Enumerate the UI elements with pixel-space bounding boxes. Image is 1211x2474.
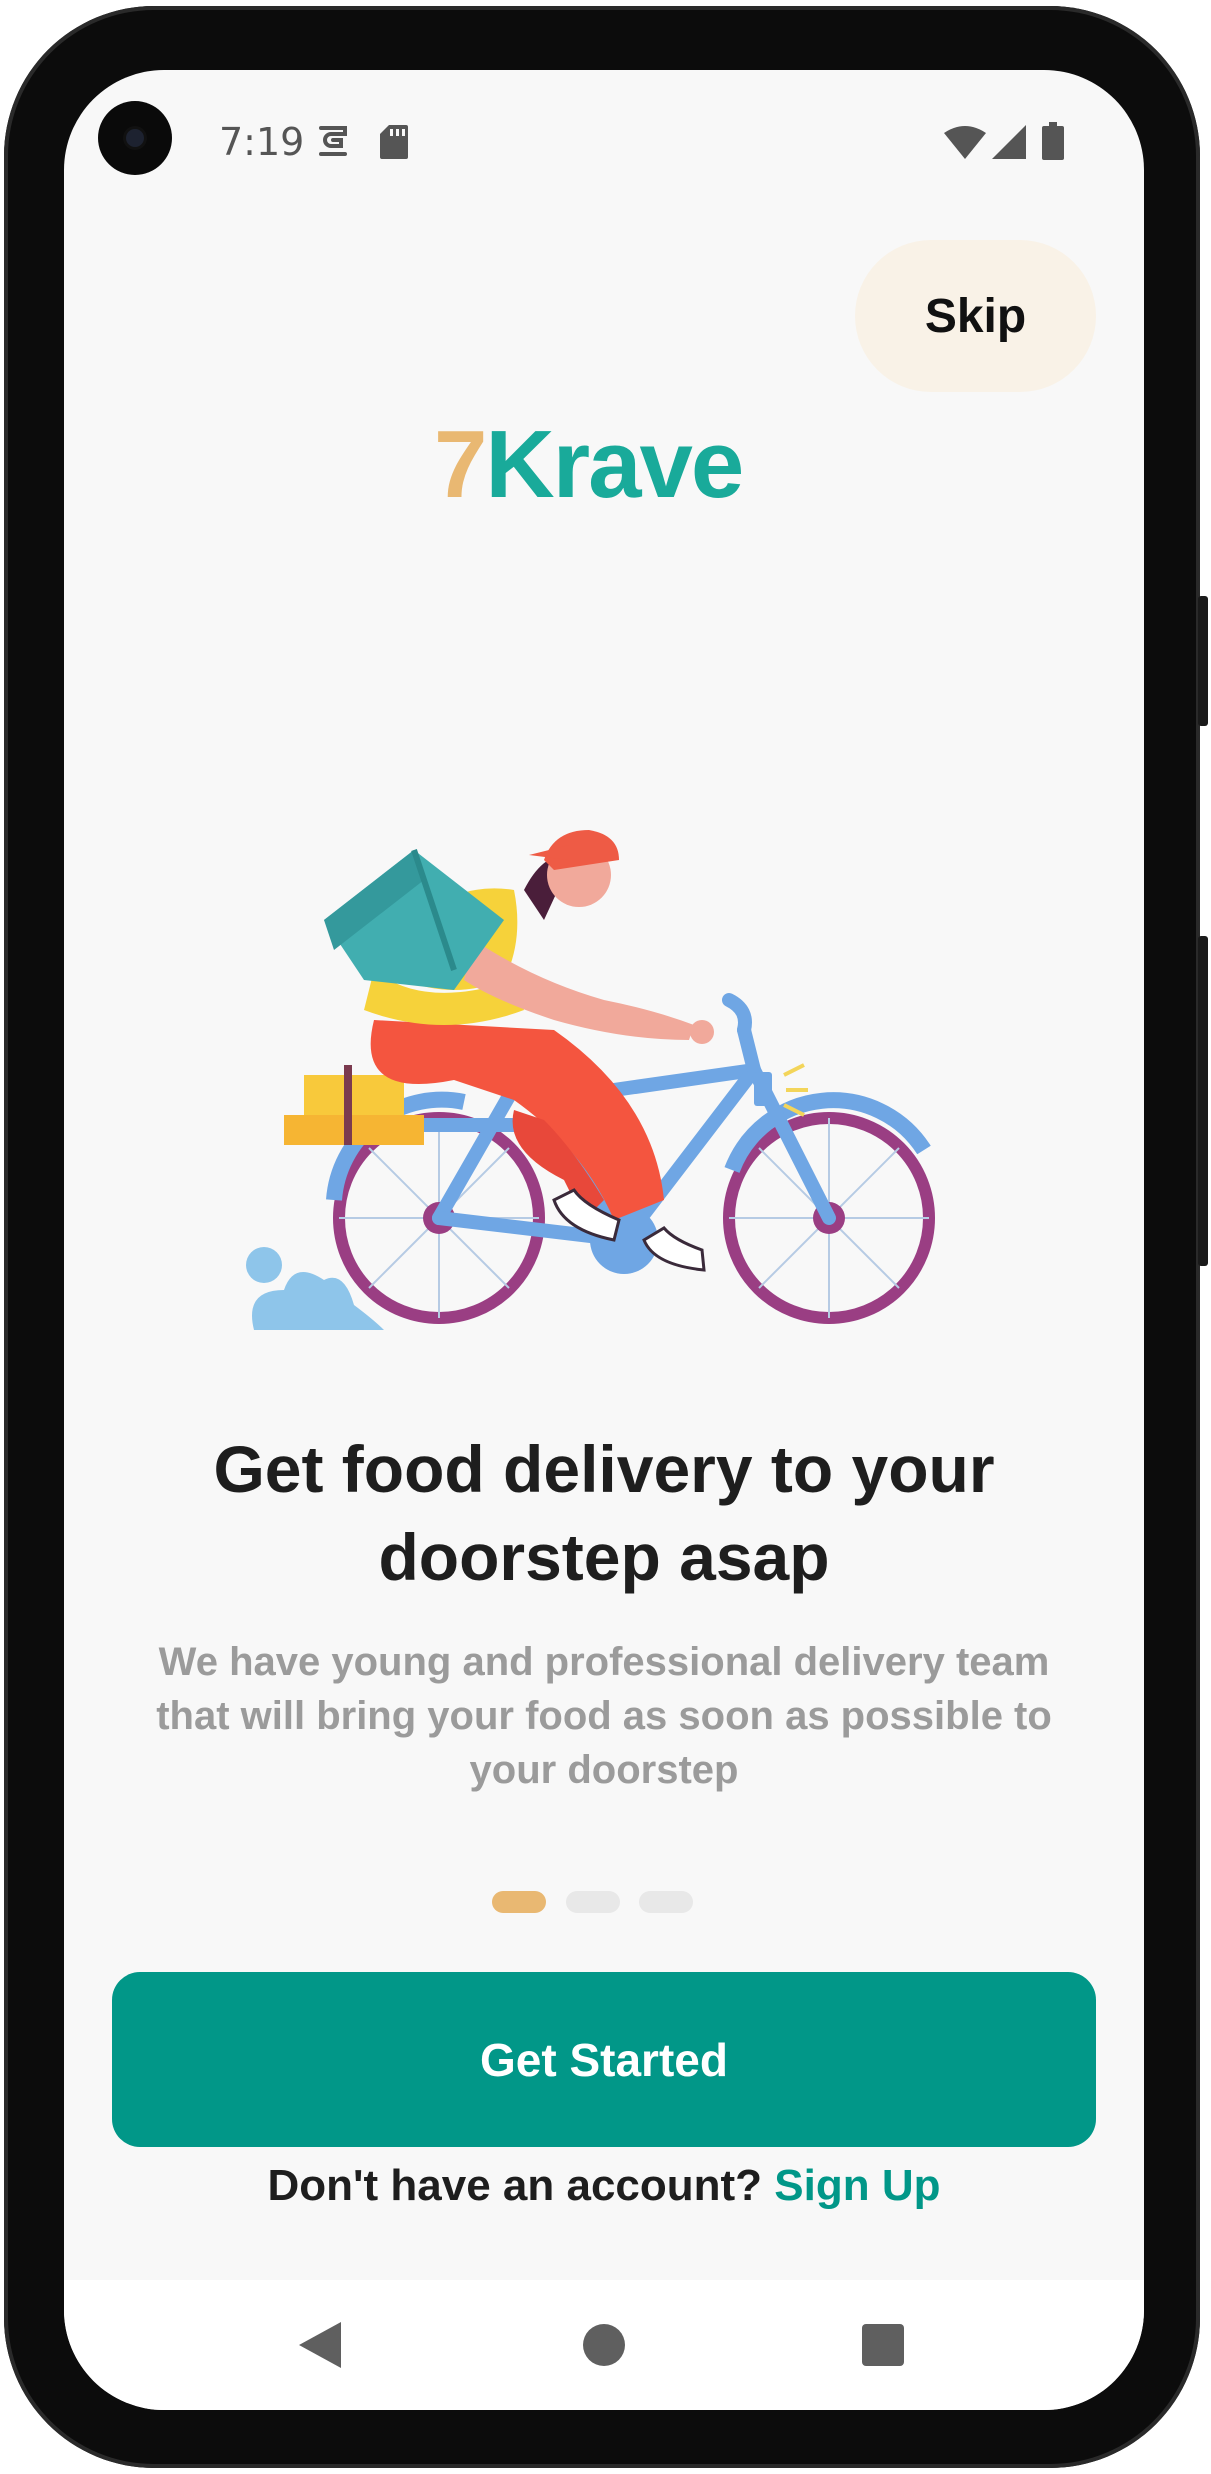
status-time: 7:19 [219,120,305,164]
description-line: that will bring your food as soon as pos… [156,1694,1052,1738]
battery-icon [1042,122,1064,160]
system-nav-bar [64,2280,1144,2410]
back-icon[interactable] [297,2320,343,2370]
sd-card-icon [380,125,408,159]
onboarding-title: Get food delivery to your doorstep asap [124,1425,1084,1601]
page-dot-3[interactable] [639,1891,693,1913]
volume-button [1198,936,1208,1266]
home-icon[interactable] [582,2323,626,2367]
description-line: We have young and professional delivery … [158,1640,1050,1684]
page-dot-2[interactable] [566,1891,620,1913]
page-dot-1[interactable] [492,1891,546,1913]
onboarding-description: We have young and professional delivery … [124,1635,1084,1797]
screen: 7:19 Skip 7Krave Get food delivery to yo… [64,70,1144,2410]
notification-icon [319,126,347,156]
front-camera [98,101,172,175]
recents-icon[interactable] [862,2324,904,2366]
sign-up-link[interactable]: Sign Up [774,2161,940,2210]
signup-row: Don't have an account? Sign Up [64,2161,1144,2211]
signal-icon [992,125,1026,159]
skip-button[interactable]: Skip [855,240,1096,392]
wifi-icon [944,126,986,159]
description-line: your doorstep [469,1748,739,1792]
logo-prefix: 7 [434,411,487,518]
power-button [1198,596,1208,726]
phone-frame: 7:19 Skip 7Krave Get food delivery to yo… [4,6,1208,2468]
signup-prompt: Don't have an account? [267,2161,763,2210]
delivery-cyclist-illustration [246,830,935,1330]
logo-name: Krave [485,411,744,518]
title-line: doorstep asap [378,1520,830,1594]
status-bar: 7:19 [64,70,1144,220]
page-indicator [64,1891,1144,1915]
app-logo: 7Krave [434,410,744,520]
get-started-button[interactable]: Get Started [112,1972,1096,2147]
title-line: Get food delivery to your [213,1432,995,1506]
